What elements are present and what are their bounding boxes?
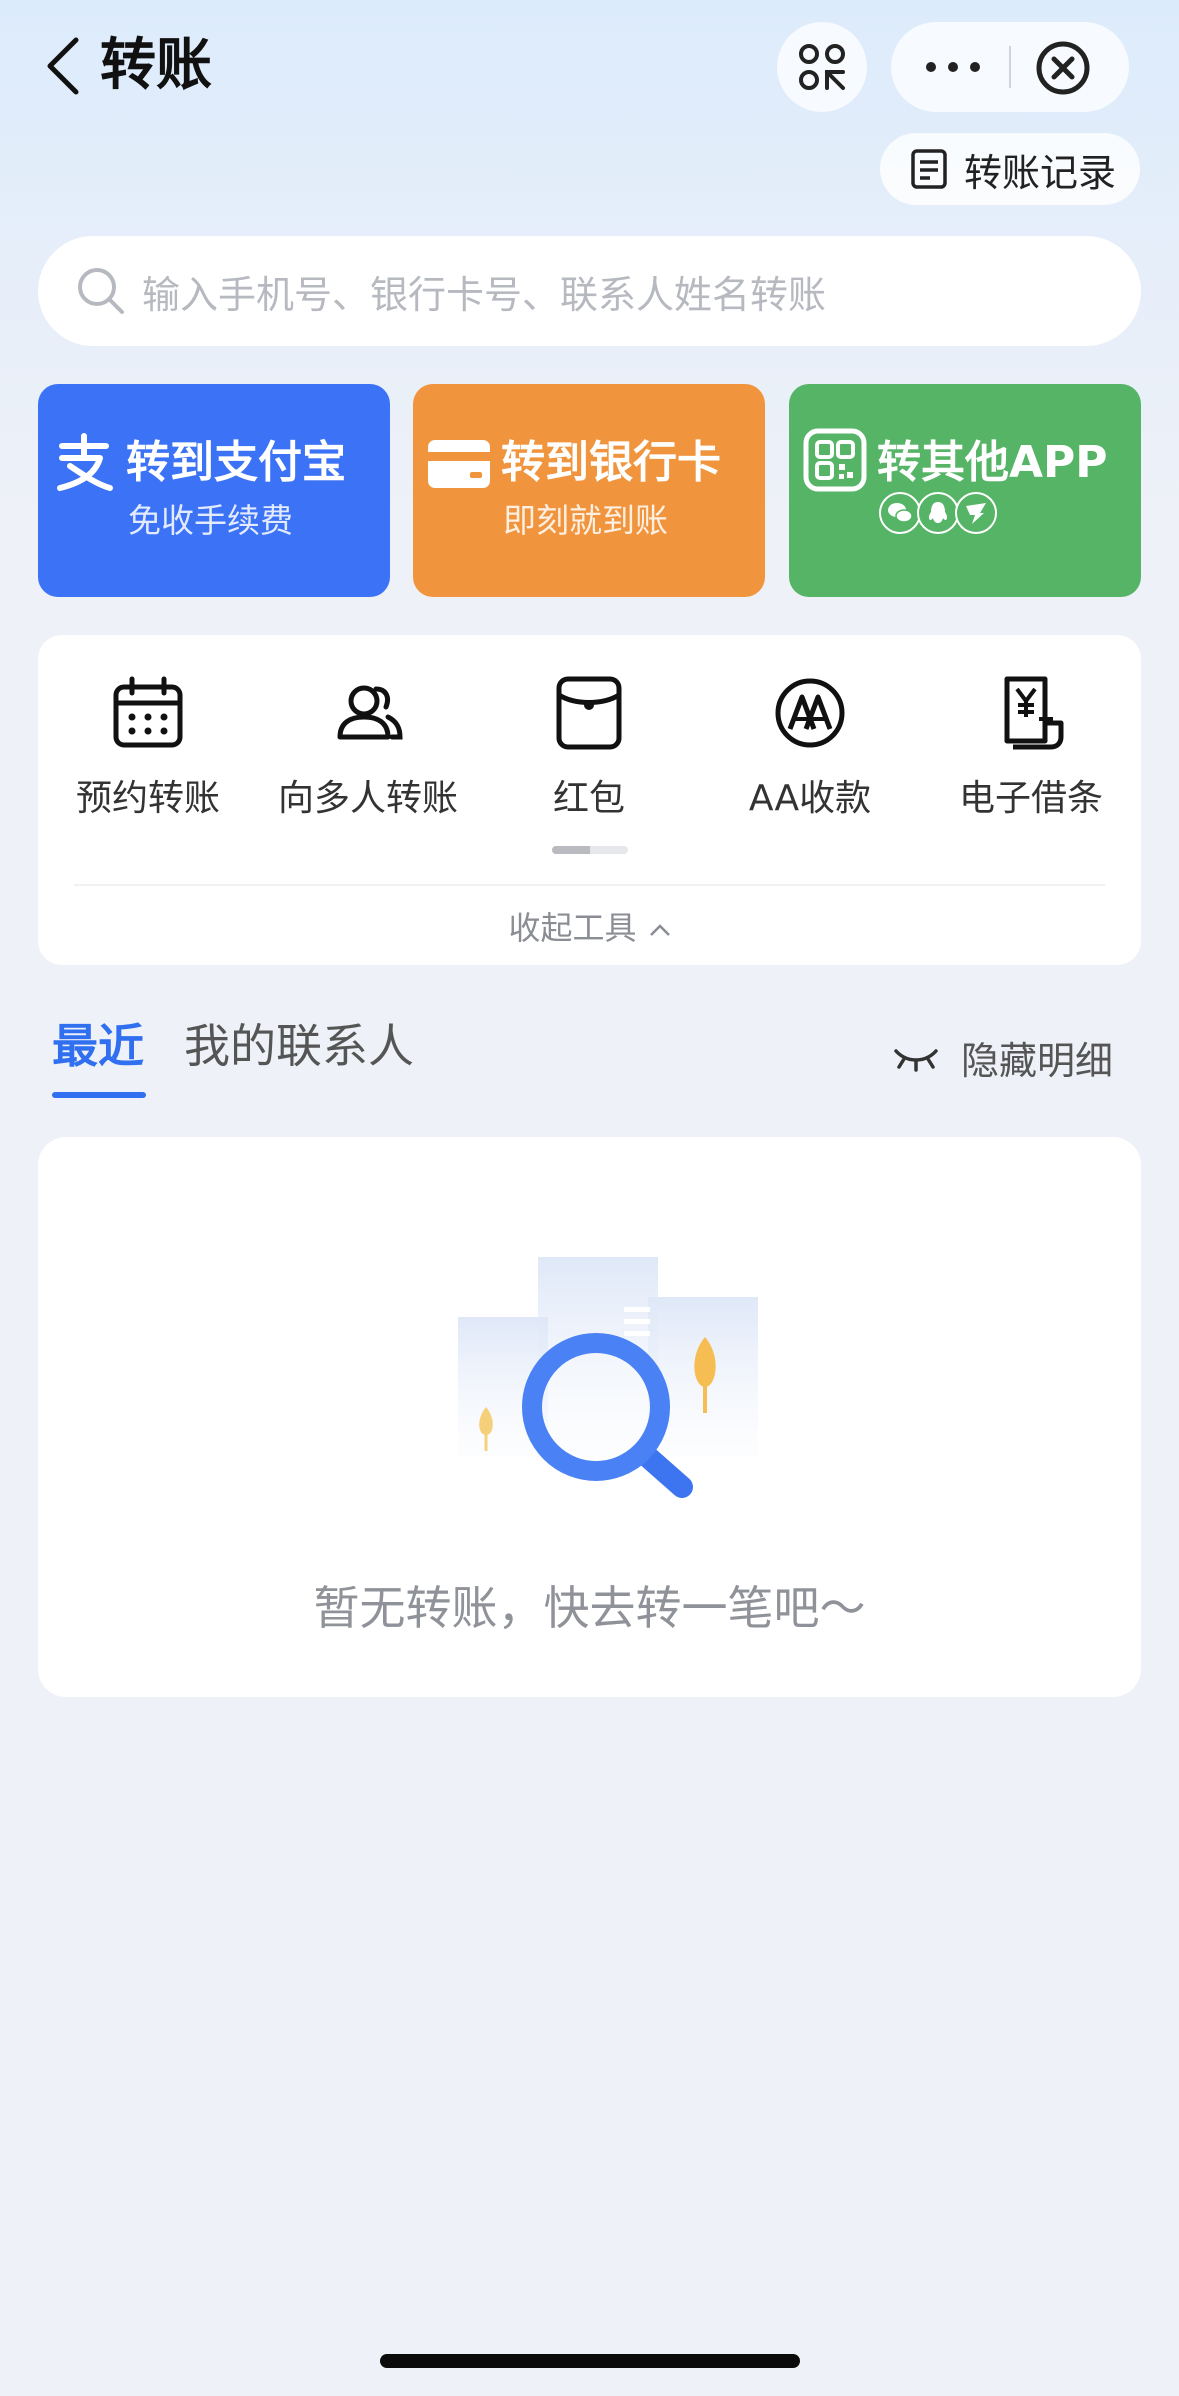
tool-aa-collect[interactable]: AA收款: [700, 675, 920, 825]
mini-program-capsule: [891, 22, 1129, 112]
tab-active-underline: [52, 1092, 146, 1098]
iou-icon: [1004, 676, 1064, 750]
tools-panel: 预约转账 向多人转账 红包 AA收款 电子借条 收起工具: [38, 635, 1141, 965]
home-indicator: [380, 2354, 800, 2368]
page-title: 转账: [100, 33, 212, 98]
transfer-to-bank-card[interactable]: 转到银行卡 即刻就到账: [413, 384, 765, 597]
document-icon: [911, 149, 947, 189]
tools-divider: [74, 884, 1105, 886]
search-input[interactable]: 输入手机号、银行卡号、联系人姓名转账: [38, 236, 1141, 346]
tool-red-packet[interactable]: 红包: [479, 675, 699, 825]
eye-closed-icon: [894, 1048, 938, 1072]
card-subtitle: 免收手续费: [128, 501, 293, 540]
transfer-records-button[interactable]: 转账记录: [880, 133, 1140, 205]
multi-user-icon: [337, 685, 403, 740]
tab-my-contacts[interactable]: 我的联系人: [184, 1010, 414, 1076]
empty-state-card: 暂无转账，快去转一笔吧～: [38, 1137, 1141, 1697]
transfer-to-alipay-card[interactable]: 转到支付宝 免收手续费: [38, 384, 390, 597]
wechat-icon: [879, 492, 921, 534]
more-icon[interactable]: [923, 52, 983, 82]
card-title: 转到银行卡: [501, 437, 721, 488]
transfer-page: 转账 转账记录 输入手机号、银行卡号、联系人姓名转账 转到支付宝 免收手续费 转…: [0, 0, 1179, 2396]
app-badges: [879, 492, 997, 534]
empty-search-illustration: [458, 1257, 758, 1498]
tab-recent[interactable]: 最近: [52, 1010, 144, 1076]
bank-card-icon: [428, 440, 490, 488]
hide-details-toggle[interactable]: 隐藏明细: [893, 1030, 1113, 1085]
red-packet-icon: [556, 676, 622, 750]
scan-button[interactable]: [777, 22, 867, 112]
tool-label: 预约转账: [75, 778, 220, 819]
collapse-tools-button[interactable]: 收起工具: [38, 903, 1141, 949]
tool-label: AA收款: [748, 778, 872, 819]
empty-state-message: 暂无转账，快去转一笔吧～: [313, 1581, 866, 1635]
collapse-tools-label: 收起工具: [508, 909, 637, 947]
chevron-up-icon: [649, 924, 670, 936]
scan-icon: [799, 44, 845, 90]
tool-label: 红包: [552, 778, 625, 819]
alipay-icon: [57, 433, 113, 491]
card-title: 转其他APP: [877, 437, 1108, 488]
hide-details-label: 隐藏明细: [961, 1039, 1114, 1083]
qr-code-icon: [803, 428, 867, 492]
tools-page-indicator: [552, 846, 628, 854]
card-subtitle: 即刻就到账: [503, 501, 668, 540]
search-placeholder: 输入手机号、银行卡号、联系人姓名转账: [142, 272, 827, 317]
tool-label: 向多人转账: [277, 778, 458, 819]
tool-multi-transfer[interactable]: 向多人转账: [258, 675, 478, 825]
close-icon[interactable]: [1035, 40, 1091, 96]
back-arrow-icon[interactable]: [44, 36, 84, 96]
card-title: 转到支付宝: [126, 437, 346, 488]
transfer-to-other-app-card[interactable]: 转其他APP: [789, 384, 1141, 597]
aa-icon: [775, 678, 845, 748]
search-icon: [78, 268, 124, 314]
tool-scheduled-transfer[interactable]: 预约转账: [38, 675, 258, 825]
dingtalk-icon: [955, 492, 997, 534]
capsule-divider: [1009, 46, 1011, 88]
qq-icon: [917, 492, 959, 534]
tool-label: 电子借条: [958, 778, 1103, 819]
tool-electronic-iou[interactable]: 电子借条: [921, 675, 1141, 825]
transfer-records-label: 转账记录: [964, 150, 1117, 195]
calendar-icon: [113, 676, 183, 748]
